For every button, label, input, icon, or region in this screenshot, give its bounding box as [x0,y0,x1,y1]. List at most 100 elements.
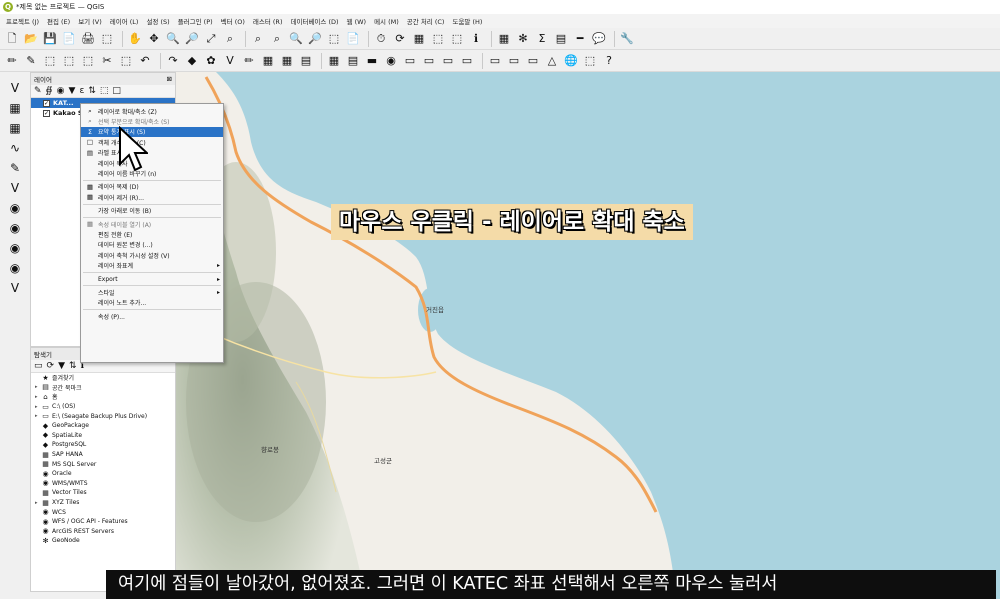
context-menu-item[interactable]: 레이어 좌표계 ▸ [81,260,223,270]
add-layer-button-10-icon[interactable]: V [7,280,23,296]
toolbar-button-toolbar1_icons-17-icon[interactable]: 📄 [345,31,361,47]
toolbar-button-toolbar2_icons-29-icon[interactable]: ⬚ [582,53,598,69]
context-menu-item[interactable]: 데이터 원본 변경 (...) [81,240,223,250]
toolbar-button-toolbar1_icons-26-icon[interactable]: Σ [534,31,550,47]
add-layer-button-2-icon[interactable]: ▦ [7,120,23,136]
browser-item[interactable]: ▸ ⌂ 홈 [31,392,175,402]
toolbar-button-toolbar1_icons-14-icon[interactable]: 🔍 [288,31,304,47]
context-menu-item[interactable]: 레이어 노트 추가... [81,298,223,308]
toolbar-button-toolbar1_icons-12-icon[interactable]: ⌕ [250,31,266,47]
browser-item[interactable]: ◉ ArcGIS REST Servers [31,527,175,537]
context-menu-item[interactable]: 레이어 이름 바꾸기 (n) [81,168,223,178]
toolbar-button-toolbar2_icons-27-icon[interactable]: △ [544,53,560,69]
menu-item-4[interactable]: 설정 (S) [146,16,169,26]
toolbar-button-toolbar2_icons-28-icon[interactable]: 🌐 [563,53,579,69]
context-menu-item[interactable]: 레이어 복사 [81,158,223,168]
toolbar-button-toolbar1_icons-22-icon[interactable]: ⬚ [449,31,465,47]
toolbar-button-toolbar2_icons-3-icon[interactable]: ⬚ [61,53,77,69]
toolbar-button-toolbar1_icons-11-icon[interactable]: ⌕ [222,31,238,47]
add-layer-button-9-icon[interactable]: ◉ [7,260,23,276]
browser-item[interactable]: ◉ WCS [31,507,175,517]
toolbar-button-toolbar2_icons-18-icon[interactable]: ▬ [364,53,380,69]
layers-tool-1-icon[interactable]: ∯ [46,86,53,96]
toolbar-button-toolbar1_icons-5-icon[interactable]: ⬚ [99,31,115,47]
toolbar-button-toolbar2_icons-9-icon[interactable]: ◆ [184,53,200,69]
browser-item[interactable]: ▦ Vector Tiles [31,488,175,498]
toolbar-button-toolbar2_icons-11-icon[interactable]: V [222,53,238,69]
browser-item[interactable]: ◆ PostgreSQL [31,440,175,450]
toolbar-button-toolbar1_icons-24-icon[interactable]: ▦ [496,31,512,47]
layers-panel-close-icon[interactable]: ⊠ [167,75,172,83]
context-menu-item[interactable]: 편집 전환 (E) [81,229,223,239]
toolbar-button-toolbar2_icons-14-icon[interactable]: ▦ [279,53,295,69]
context-menu-item[interactable]: Export ▸ [81,274,223,284]
toolbar-button-toolbar1_icons-8-icon[interactable]: 🔍 [165,31,181,47]
browser-item[interactable]: ◉ WMS/WMTS [31,479,175,489]
toolbar-button-toolbar2_icons-8-icon[interactable]: ↷ [165,53,181,69]
toolbar-button-toolbar2_icons-15-icon[interactable]: ▤ [298,53,314,69]
toolbar-button-toolbar2_icons-20-icon[interactable]: ▭ [402,53,418,69]
context-menu-item[interactable]: ▦ 속성 테이블 열기 (A) [81,219,223,229]
toolbar-button-toolbar2_icons-0-icon[interactable]: ✏ [4,53,20,69]
browser-item[interactable]: ◆ SpatiaLite [31,431,175,441]
toolbar-button-toolbar1_icons-15-icon[interactable]: 🔎 [307,31,323,47]
toolbar-button-toolbar2_icons-24-icon[interactable]: ▭ [487,53,503,69]
layer-visibility-checkbox[interactable]: ✓ [43,109,50,117]
layers-tool-0-icon[interactable]: ✎ [34,86,42,96]
toolbar-button-toolbar1_icons-18-icon[interactable]: ⏱ [373,31,389,47]
layers-tool-5-icon[interactable]: ⇅ [88,86,96,96]
menu-item-11[interactable]: 공간 처리 (C) [407,16,445,26]
toolbar-button-toolbar2_icons-26-icon[interactable]: ▭ [525,53,541,69]
toolbar-button-toolbar2_icons-17-icon[interactable]: ▤ [345,53,361,69]
menu-item-12[interactable]: 도움말 (H) [452,16,482,26]
toolbar-button-toolbar2_icons-22-icon[interactable]: ▭ [440,53,456,69]
toolbar-button-toolbar1_icons-3-icon[interactable]: 📄 [61,31,77,47]
toolbar-button-toolbar1_icons-2-icon[interactable]: 💾 [42,31,58,47]
browser-item[interactable]: ▸ ▦ XYZ Tiles [31,498,175,508]
toolbar-button-toolbar1_icons-16-icon[interactable]: ⬚ [326,31,342,47]
add-layer-button-0-icon[interactable]: V [7,80,23,96]
context-menu-item[interactable]: 가장 아래로 이동 (B) [81,206,223,216]
toolbar-button-toolbar2_icons-30-icon[interactable]: ? [601,53,617,69]
layers-tool-6-icon[interactable]: ⬚ [100,86,109,96]
toolbar-button-toolbar1_icons-29-icon[interactable]: 💬 [591,31,607,47]
toolbar-button-toolbar1_icons-27-icon[interactable]: ▤ [553,31,569,47]
toolbar-button-toolbar1_icons-19-icon[interactable]: ⟳ [392,31,408,47]
toolbar-button-toolbar2_icons-25-icon[interactable]: ▭ [506,53,522,69]
toolbar-button-toolbar2_icons-6-icon[interactable]: ⬚ [118,53,134,69]
browser-item[interactable]: ▦ SAP HANA [31,450,175,460]
toolbar-button-toolbar1_icons-20-icon[interactable]: ▦ [411,31,427,47]
browser-tool-3-icon[interactable]: ⇅ [69,361,77,371]
menu-item-5[interactable]: 플러그인 (P) [178,16,213,26]
toolbar-button-toolbar1_icons-7-icon[interactable]: ✥ [146,31,162,47]
layers-tool-4-icon[interactable]: ε [79,86,84,96]
toolbar-button-toolbar2_icons-7-icon[interactable]: ↶ [137,53,153,69]
add-layer-button-3-icon[interactable]: ∿ [7,140,23,156]
context-menu-item[interactable]: 속성 (P)... [81,311,223,321]
menu-item-1[interactable]: 편집 (E) [47,16,70,26]
add-layer-button-1-icon[interactable]: ▦ [7,100,23,116]
toolbar-button-toolbar1_icons-23-icon[interactable]: ℹ [468,31,484,47]
toolbar-button-toolbar1_icons-4-icon[interactable]: 🖨 [80,31,96,47]
menu-item-3[interactable]: 레이어 (L) [110,16,139,26]
menu-item-9[interactable]: 웹 (W) [347,16,367,26]
add-layer-button-7-icon[interactable]: ◉ [7,220,23,236]
menu-item-6[interactable]: 벡터 (O) [221,16,245,26]
toolbar-button-toolbar2_icons-12-icon[interactable]: ✏ [241,53,257,69]
toolbar-button-toolbar2_icons-19-icon[interactable]: ◉ [383,53,399,69]
context-menu-item[interactable]: □객체 개수 표시 (C) [81,137,223,147]
toolbar-button-toolbar2_icons-10-icon[interactable]: ✿ [203,53,219,69]
toolbar-button-toolbar2_icons-2-icon[interactable]: ⬚ [42,53,58,69]
toolbar-button-toolbar1_icons-28-icon[interactable]: ━ [572,31,588,47]
menu-item-2[interactable]: 보기 (V) [78,16,102,26]
browser-tool-2-icon[interactable]: ▼ [58,361,65,371]
context-menu-item[interactable]: ▦ 레이어 복제 (D) [81,182,223,192]
toolbar-button-toolbar2_icons-4-icon[interactable]: ⬚ [80,53,96,69]
toolbar-button-toolbar2_icons-16-icon[interactable]: ▦ [326,53,342,69]
add-layer-button-8-icon[interactable]: ◉ [7,240,23,256]
context-menu-item[interactable]: ⌕ 선택 부분으로 확대/축소 (S) [81,116,223,126]
layers-tool-2-icon[interactable]: ◉ [57,86,65,96]
toolbar-button-toolbar2_icons-13-icon[interactable]: ▦ [260,53,276,69]
browser-item[interactable]: ◆ GeoPackage [31,421,175,431]
browser-item[interactable]: ▸ ▤ 공간 북마크 [31,383,175,393]
